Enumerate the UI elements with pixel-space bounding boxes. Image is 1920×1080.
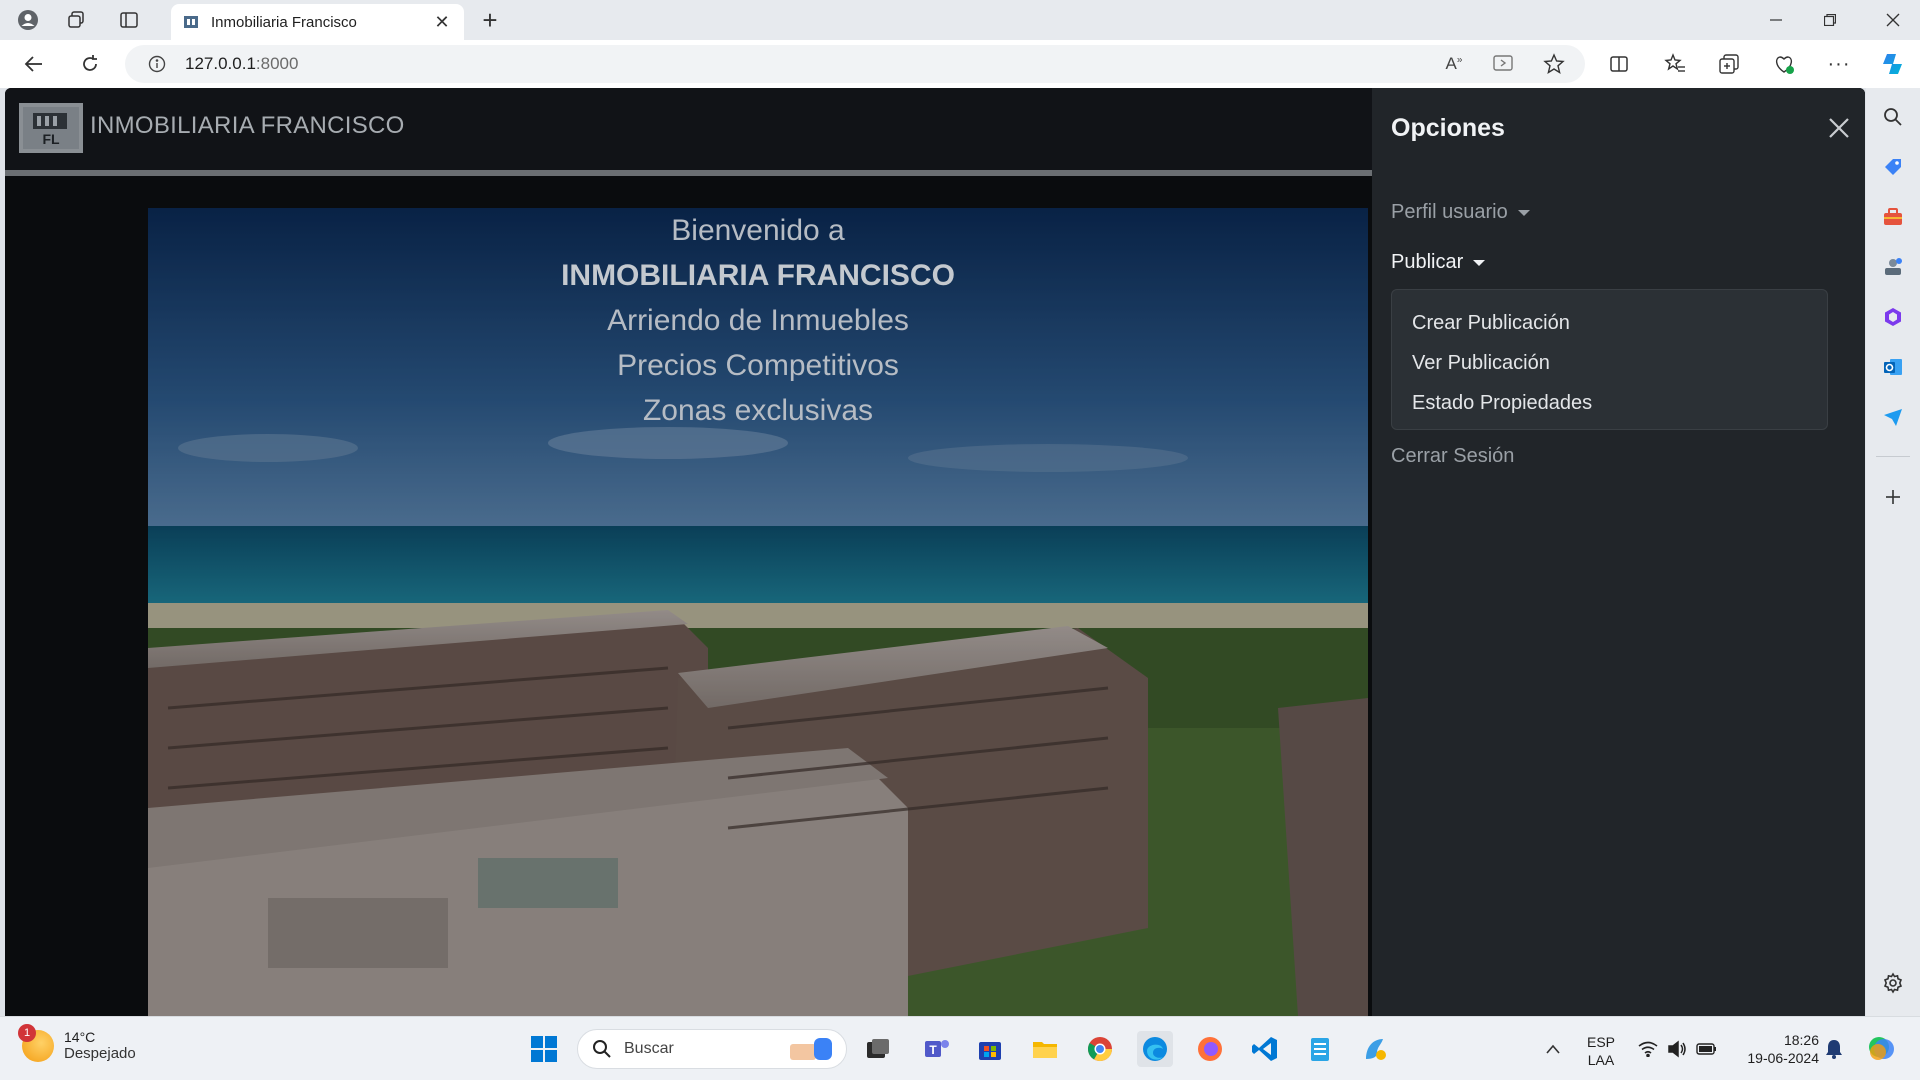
taskbar-search-label: Buscar — [624, 1040, 674, 1057]
battery-icon[interactable] — [1689, 1031, 1725, 1067]
keyboard-layout: LAA — [1587, 1052, 1615, 1068]
close-icon[interactable] — [1823, 112, 1855, 144]
hero-tagline-2: Precios Competitivos — [617, 349, 899, 382]
minimize-button[interactable] — [1749, 0, 1803, 40]
edge-sidebar — [1866, 88, 1920, 1016]
offcanvas-menu: Opciones Perfil usuario Publicar Crear P… — [1372, 88, 1865, 1016]
task-view-icon[interactable] — [860, 1031, 896, 1067]
notepad-icon[interactable] — [1302, 1031, 1338, 1067]
search-icon[interactable] — [1878, 102, 1908, 132]
clock[interactable]: 18:26 19-06-2024 — [1733, 1031, 1819, 1067]
weather-temperature: 14°C — [64, 1029, 96, 1045]
tools-icon[interactable] — [1878, 202, 1908, 232]
send-icon[interactable] — [1878, 402, 1908, 432]
windows-taskbar: 1 14°C Despejado Buscar T ESP LAA 18:26 … — [0, 1016, 1920, 1080]
weather-sun-icon: 1 — [18, 1023, 54, 1062]
site-favicon — [183, 14, 199, 30]
weather-notification-badge: 1 — [18, 1023, 36, 1042]
offcanvas-title: Opciones — [1391, 114, 1505, 142]
hero-tagline-3: Zonas exclusivas — [642, 394, 874, 427]
publicar-dropdown[interactable]: Publicar — [1391, 251, 1486, 274]
favorites-icon[interactable] — [1657, 48, 1693, 80]
cerrar-sesion-link[interactable]: Cerrar Sesión — [1391, 445, 1514, 468]
chevron-up-icon[interactable] — [1535, 1031, 1571, 1067]
weather-widget[interactable]: 1 14°C Despejado — [18, 1023, 136, 1062]
tab-title: Inmobiliaria Francisco — [211, 13, 357, 31]
publicar-dropdown-menu: Crear Publicación Ver Publicación Estado… — [1391, 289, 1828, 430]
outlook-icon[interactable] — [1878, 352, 1908, 382]
microsoft-365-icon[interactable] — [1878, 302, 1908, 332]
site-logo[interactable]: FL — [19, 103, 83, 153]
refresh-button[interactable] — [72, 48, 108, 80]
close-window-button[interactable] — [1866, 0, 1920, 40]
sidebar-divider — [1876, 456, 1910, 457]
collections-icon[interactable] — [1711, 48, 1747, 80]
split-screen-icon[interactable] — [1601, 48, 1637, 80]
menu-item-crear-publicacion[interactable]: Crear Publicación — [1392, 303, 1827, 343]
copilot-preview-icon[interactable] — [1863, 1031, 1899, 1067]
svg-text:T: T — [929, 1043, 937, 1057]
hero-tagline-1: Arriendo de Inmuebles — [607, 304, 909, 337]
language-indicator[interactable]: ESP LAA — [1583, 1033, 1619, 1069]
file-explorer-icon[interactable] — [1027, 1031, 1063, 1067]
active-tab[interactable]: Inmobiliaria Francisco ✕ — [171, 4, 464, 40]
hero-company-name: INMOBILIARIA FRANCISCO — [561, 259, 955, 292]
perfil-usuario-label: Perfil usuario — [1391, 201, 1508, 223]
language-code: ESP — [1586, 1034, 1615, 1050]
settings-more-icon[interactable]: ··· — [1821, 48, 1857, 80]
games-icon[interactable] — [1878, 252, 1908, 282]
chrome-icon[interactable] — [1082, 1031, 1118, 1067]
tab-close-icon[interactable]: ✕ — [432, 12, 452, 33]
profile-icon[interactable] — [12, 6, 44, 34]
read-aloud-icon[interactable]: A» — [1436, 48, 1472, 80]
app-icon[interactable] — [1357, 1031, 1393, 1067]
search-icon — [593, 1040, 611, 1058]
back-button[interactable] — [16, 48, 52, 80]
search-highlight-icon — [790, 1038, 832, 1060]
windows-start-icon[interactable] — [526, 1031, 562, 1067]
address-bar[interactable]: 127.0.0.1:8000 — [125, 45, 1585, 83]
microsoft-store-icon[interactable] — [972, 1031, 1008, 1067]
shopping-tag-icon[interactable] — [1878, 152, 1908, 182]
hero-welcome: Bienvenido a — [671, 214, 845, 247]
vertical-tabs-icon[interactable] — [113, 6, 145, 34]
firefox-icon[interactable] — [1192, 1031, 1228, 1067]
add-icon[interactable] — [1878, 482, 1908, 512]
vscode-icon[interactable] — [1247, 1031, 1283, 1067]
notification-bell-icon[interactable] — [1816, 1031, 1852, 1067]
taskbar-search[interactable]: Buscar — [577, 1029, 847, 1069]
new-tab-button[interactable]: + — [474, 5, 506, 35]
hero-carousel: Bienvenido a INMOBILIARIA FRANCISCO Arri… — [148, 208, 1368, 1016]
clock-date: 19-06-2024 — [1747, 1050, 1819, 1066]
site-info-icon[interactable] — [147, 54, 167, 74]
menu-item-ver-publicacion[interactable]: Ver Publicación — [1392, 343, 1827, 383]
app-available-icon[interactable] — [1485, 48, 1521, 80]
browser-tab-bar: Inmobiliaria Francisco ✕ + — [0, 0, 1920, 40]
chevron-down-icon — [1473, 259, 1486, 266]
workspaces-icon[interactable] — [60, 6, 92, 34]
hero-caption: Bienvenido a INMOBILIARIA FRANCISCO Arri… — [148, 208, 1368, 433]
navbar-brand[interactable]: INMOBILIARIA FRANCISCO — [90, 112, 405, 140]
restore-button[interactable] — [1803, 0, 1857, 40]
gear-icon[interactable] — [1878, 968, 1908, 998]
favorite-star-icon[interactable] — [1536, 48, 1572, 80]
browser-essentials-icon[interactable] — [1766, 48, 1802, 80]
weather-description: Despejado — [64, 1045, 136, 1062]
chevron-down-icon — [1517, 209, 1530, 216]
browser-toolbar: 127.0.0.1:8000 A» ··· — [0, 40, 1920, 88]
teams-icon[interactable]: T — [919, 1031, 955, 1067]
perfil-usuario-dropdown[interactable]: Perfil usuario — [1391, 201, 1530, 224]
url-text: 127.0.0.1:8000 — [185, 54, 299, 73]
copilot-icon[interactable] — [1875, 48, 1911, 80]
edge-icon[interactable] — [1137, 1031, 1173, 1067]
clock-time: 18:26 — [1783, 1032, 1819, 1048]
page-viewport: FL INMOBILIARIA FRANCISCO Bienvenido a I… — [5, 88, 1865, 1016]
menu-item-estado-propiedades[interactable]: Estado Propiedades — [1392, 383, 1827, 423]
publicar-label: Publicar — [1391, 251, 1464, 273]
logo-text: FL — [42, 131, 60, 147]
